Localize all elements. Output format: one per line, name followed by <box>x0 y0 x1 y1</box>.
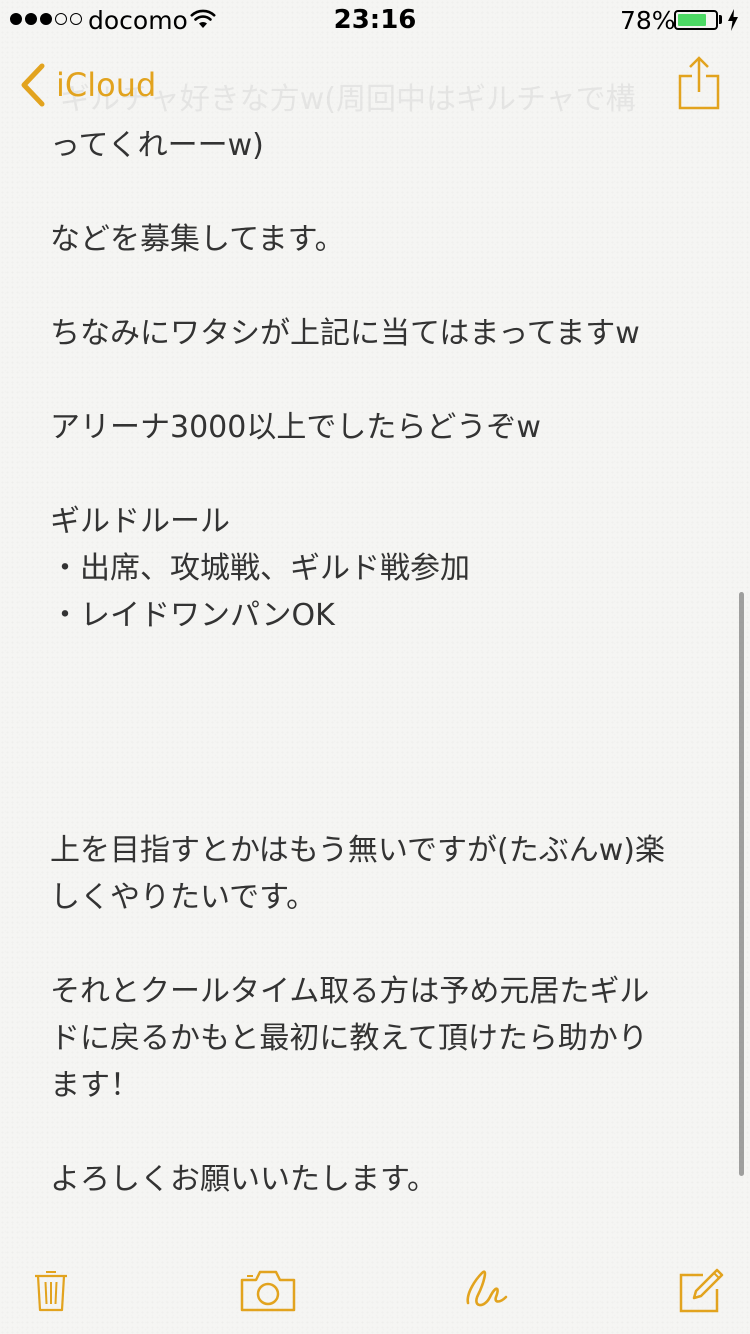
back-button[interactable]: iCloud <box>20 58 156 112</box>
chevron-left-icon <box>21 63 45 107</box>
delete-button[interactable] <box>32 1264 70 1316</box>
note-line: ギルドルール <box>50 504 230 539</box>
note-line: ます！ <box>50 1068 140 1103</box>
share-icon <box>678 56 720 110</box>
compose-icon <box>679 1268 724 1313</box>
note-line: それとクールタイム取る方は予め元居たギル <box>50 974 650 1009</box>
share-button[interactable] <box>676 56 722 112</box>
note-line: 上を目指すとかはもう無いですが(たぶんw)楽 <box>50 833 665 868</box>
note-line: しくやりたいです。 <box>50 880 317 915</box>
camera-button[interactable] <box>238 1264 298 1316</box>
sketch-button[interactable] <box>462 1264 510 1316</box>
battery-percent: 78% <box>620 6 676 35</box>
trash-icon <box>35 1271 67 1312</box>
back-button-label: iCloud <box>56 66 157 104</box>
note-line: ・レイドワンパンOK <box>50 598 335 633</box>
note-line: アリーナ3000以上でしたらどうぞw <box>50 410 541 445</box>
note-line: ・出席、攻城戦、ギルド戦参加 <box>50 551 470 586</box>
note-line: ってくれーーw) <box>50 128 264 163</box>
status-bar: docomo 23:16 78% <box>0 0 750 40</box>
battery-level <box>678 14 707 26</box>
note-line: ちなみにワタシが上記に当てはまってますw <box>50 316 640 351</box>
note-line: よろしくお願いいたします。 <box>50 1162 437 1197</box>
sketch-icon <box>466 1270 508 1307</box>
note-line: ドに戻るかもと最初に教えて頂けたら助かり <box>50 1021 648 1056</box>
scroll-indicator[interactable] <box>739 592 744 1176</box>
note-line: などを募集してます。 <box>50 222 345 257</box>
battery-icon <box>674 10 718 30</box>
note-content[interactable]: ってくれーーw) などを募集してます。 ちなみにワタシが上記に当てはまってますw… <box>50 122 710 1203</box>
battery-nub <box>719 15 722 24</box>
compose-button[interactable] <box>676 1264 728 1316</box>
charging-bolt-icon <box>728 9 738 31</box>
camera-icon <box>240 1270 296 1312</box>
